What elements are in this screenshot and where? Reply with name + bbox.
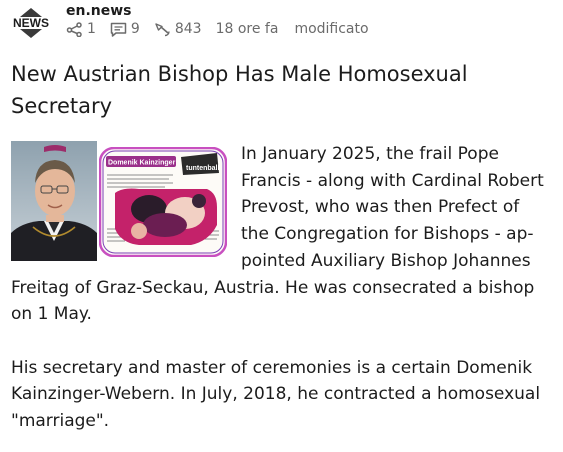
bishop-photo[interactable]: [11, 141, 97, 261]
share-icon: [66, 21, 82, 37]
news-logo-icon[interactable]: NEWS: [10, 5, 52, 39]
edited-label: modificato: [294, 21, 369, 37]
article-title: New Austrian Bishop Has Male Homosexual …: [11, 62, 468, 118]
clipping-label: Domenik Kainzinger: [108, 160, 176, 167]
share-count: 1: [87, 21, 96, 37]
article-body: Domenik Kainzinger tuntenball In January…: [11, 141, 551, 435]
article-paragraph-2: His secretary and master of ceremonies i…: [11, 357, 541, 432]
newspaper-clipping[interactable]: Domenik Kainzinger tuntenball: [99, 147, 227, 257]
article-images: Domenik Kainzinger tuntenball: [11, 141, 229, 263]
views-icon: [155, 22, 170, 36]
views-stat: 843: [154, 21, 202, 37]
timestamp: 18 ore fa: [215, 21, 279, 37]
comment-icon: [110, 22, 127, 37]
clipping-badge: tuntenball: [186, 165, 219, 172]
post-meta: 1 9 843 18 ore fa modificato: [66, 21, 369, 37]
post-header: NEWS en.news 1 9 843 18 ore fa modificat…: [10, 3, 550, 43]
comment-count: 9: [130, 21, 140, 37]
source-name[interactable]: en.news: [66, 3, 132, 19]
share-stat[interactable]: 1: [66, 21, 96, 37]
svg-text:NEWS: NEWS: [13, 16, 49, 30]
comment-stat[interactable]: 9: [110, 21, 140, 37]
views-count: 843: [174, 21, 202, 37]
